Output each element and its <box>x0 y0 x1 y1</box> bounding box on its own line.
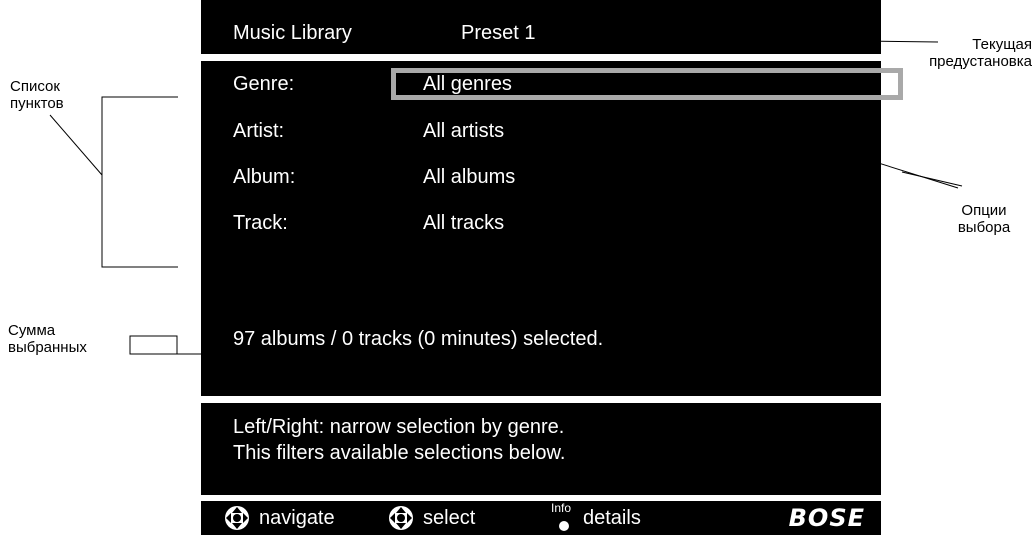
header-bar: Music Library Preset 1 <box>201 0 881 54</box>
selection-options-callout: Опции выбора <box>938 202 1030 236</box>
info-label: Info <box>551 501 572 515</box>
button-legend: navigate select Info details BOSE <box>201 501 881 535</box>
callout-line: Текущая <box>972 36 1032 53</box>
track-label: Track: <box>233 212 288 234</box>
info-button-icon: Info <box>551 501 577 533</box>
callout-line: предустановка <box>929 53 1032 70</box>
navigate-hint: navigate <box>219 505 335 531</box>
album-value[interactable]: All albums <box>423 165 515 189</box>
help-line-1: Left/Right: narrow selection by genre. <box>233 416 565 438</box>
navigate-label: navigate <box>259 506 335 529</box>
selection-total-callout: Сумма выбранных <box>8 322 87 356</box>
genre-value[interactable]: All genres <box>423 72 512 96</box>
details-hint: Info details <box>551 501 641 533</box>
callout-line: Опции <box>961 202 1007 219</box>
select-label: select <box>423 506 476 529</box>
bose-logo: BOSE <box>788 504 865 532</box>
info-dot <box>559 521 569 531</box>
callout-line: пунктов <box>10 95 64 112</box>
artist-label: Artist: <box>233 120 285 142</box>
help-panel: Left/Right: narrow selection by genre. T… <box>201 403 881 495</box>
preset-label: Preset 1 <box>461 22 536 44</box>
selection-summary: 97 albums / 0 tracks (0 minutes) selecte… <box>233 328 604 350</box>
callout-line: выбранных <box>8 339 87 356</box>
callout-line: Список <box>10 78 60 95</box>
dpad-icon <box>389 506 413 530</box>
callout-line: Сумма <box>8 322 56 339</box>
details-label: details <box>583 506 641 529</box>
artist-value[interactable]: All artists <box>423 119 504 143</box>
selection-panel: Genre: All genres Artist: All artists Al… <box>201 61 903 396</box>
genre-label: Genre: <box>233 73 295 95</box>
dpad-icon <box>225 506 249 530</box>
library-title: Music Library <box>233 22 352 44</box>
help-line-2: This filters available selections below. <box>233 442 566 464</box>
item-list-callout: Список пунктов <box>10 78 64 112</box>
current-preset-callout: Текущая предустановка <box>906 36 1032 70</box>
track-value[interactable]: All tracks <box>423 211 504 235</box>
callout-line: выбора <box>957 219 1011 236</box>
select-hint: select <box>383 505 475 531</box>
album-label: Album: <box>233 166 296 188</box>
